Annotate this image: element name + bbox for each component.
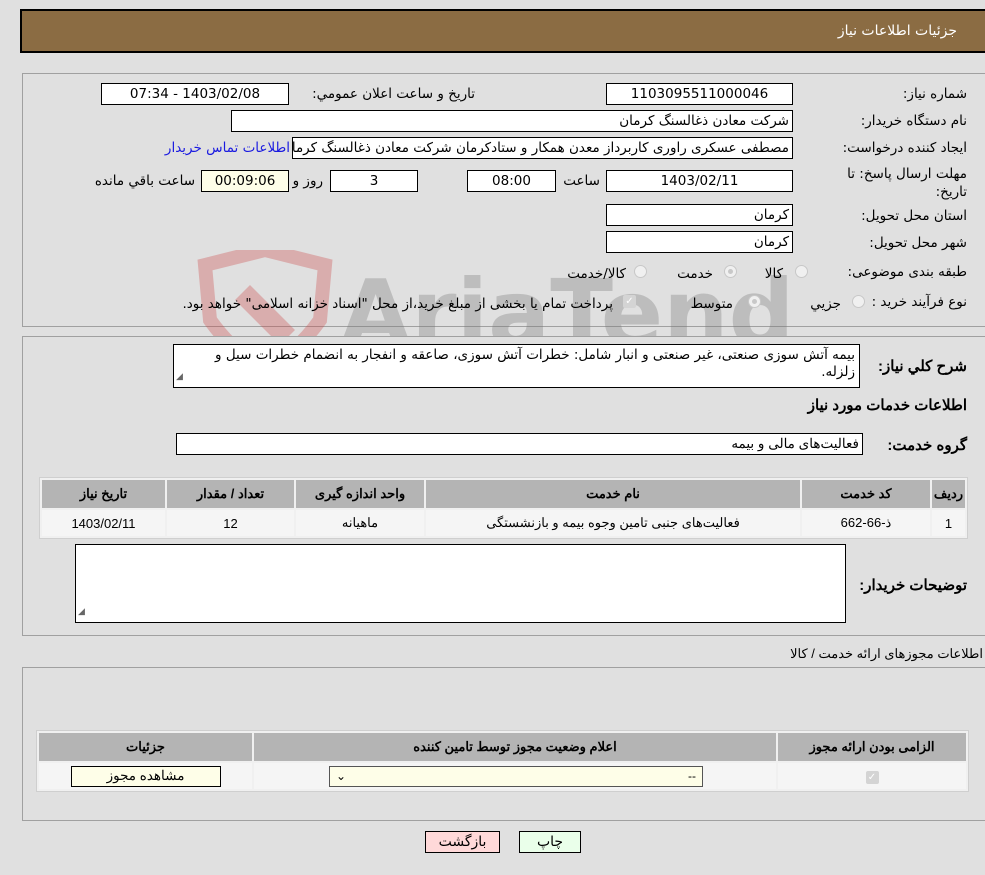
city-field[interactable]: کرمان	[606, 231, 793, 253]
deadline-time-label: ساعت	[563, 173, 600, 189]
cell-row-number: 1	[932, 510, 965, 536]
permits-section-title: اطلاعات مجوزهای ارائه خدمت / کالا	[790, 646, 983, 661]
permit-status-value: --	[688, 769, 696, 783]
buyer-contact-link[interactable]: اطلاعات تماس خریدار	[165, 140, 290, 156]
creator-label: ایجاد کننده درخواست:	[842, 140, 967, 156]
announce-datetime-field[interactable]: 1403/02/08 - 07:34	[101, 83, 289, 105]
category-option-goods-service: کالا/خدمت	[567, 266, 626, 282]
buyer-notes-label: توضیحات خریدار:	[859, 577, 967, 594]
page-header: جزئیات اطلاعات نیاز	[20, 9, 985, 53]
cell-quantity: 12	[167, 510, 294, 536]
service-group-label: گروه خدمت:	[887, 437, 967, 454]
col-service-name: نام خدمت	[426, 480, 800, 508]
resize-grip-icon[interactable]: ◢	[78, 604, 85, 621]
category-option-goods: کالا	[764, 266, 783, 282]
description-label: شرح کلي نیاز:	[878, 358, 967, 375]
days-field[interactable]: 3	[330, 170, 418, 192]
province-label: استان محل تحویل:	[861, 208, 967, 224]
col-quantity: تعداد / مقدار	[167, 480, 294, 508]
category-radio-goods[interactable]	[795, 265, 808, 278]
category-radio-goods-service[interactable]	[634, 265, 647, 278]
description-textarea[interactable]: بیمه آتش سوزی صنعتی، غیر صنعتی و انبار ش…	[173, 344, 860, 388]
permits-table-header: الزامی بودن ارائه مجوز اعلام وضعیت مجوز …	[39, 733, 966, 761]
need-number-field[interactable]: 1103095511000046	[606, 83, 793, 105]
process-label: نوع فرآیند خرید :	[871, 294, 967, 310]
buyer-notes-textarea[interactable]: ◢	[75, 544, 846, 623]
category-label: طبقه بندی موضوعی:	[847, 264, 967, 280]
city-label: شهر محل تحویل:	[869, 235, 967, 251]
buyer-org-field[interactable]: شرکت معادن ذغالسنگ کرمان	[231, 110, 793, 132]
cell-service-name: فعالیت‌های جنبی تامین وجوه بیمه و بازنشس…	[426, 510, 800, 536]
permit-required-checkbox[interactable]: ✓	[865, 771, 879, 784]
announce-label: تاریخ و ساعت اعلان عمومي:	[312, 86, 475, 102]
process-radio-medium[interactable]	[748, 295, 761, 308]
chevron-down-icon: ⌄	[336, 769, 347, 783]
description-text: بیمه آتش سوزی صنعتی، غیر صنعتی و انبار ش…	[215, 347, 855, 380]
need-number-label: شماره نیاز:	[902, 86, 967, 102]
category-option-service: خدمت	[677, 266, 713, 282]
col-service-code: کد خدمت	[802, 480, 930, 508]
cell-permit-required: ✓	[778, 763, 966, 789]
col-row-number: ردیف	[932, 480, 965, 508]
deadline-label: مهلت ارسال پاسخ: تا تاریخ:	[847, 166, 967, 200]
cell-unit: ماهیانه	[296, 510, 424, 536]
creator-field[interactable]: مصطفی عسکری راوری کاربرداز معدن همکار و …	[292, 137, 793, 159]
cell-need-date: 1403/02/11	[42, 510, 165, 536]
buyer-org-label: نام دستگاه خریدار:	[860, 113, 967, 129]
deadline-date-field[interactable]: 1403/02/11	[606, 170, 793, 192]
col-permit-status: اعلام وضعیت مجوز توسط تامین کننده	[254, 733, 776, 761]
cell-permit-status: -- ⌄	[254, 763, 776, 789]
process-radio-minor[interactable]	[852, 295, 865, 308]
services-table: ردیف کد خدمت نام خدمت واحد اندازه گیری ت…	[39, 477, 968, 539]
service-group-field[interactable]: فعالیت‌های مالی و بیمه	[176, 433, 863, 455]
view-permit-button[interactable]: مشاهده مجوز	[70, 765, 221, 787]
cell-permit-details: مشاهده مجوز	[39, 763, 252, 789]
treasury-note: پرداخت تمام یا بخشی از مبلغ خرید،از محل …	[182, 296, 613, 312]
page-title: جزئیات اطلاعات نیاز	[837, 23, 957, 39]
col-need-date: تاریخ نیاز	[42, 480, 165, 508]
remaining-time-field: 00:09:06	[201, 170, 289, 192]
days-label: روز و	[292, 173, 323, 189]
remaining-label: ساعت باقي مانده	[94, 173, 195, 189]
table-row: ✓ -- ⌄ مشاهده مجوز	[39, 763, 966, 789]
services-section-title: اطلاعات خدمات مورد نیاز	[807, 397, 967, 414]
province-field[interactable]: کرمان	[606, 204, 793, 226]
col-unit: واحد اندازه گیری	[296, 480, 424, 508]
resize-grip-icon[interactable]: ◢	[176, 369, 183, 386]
col-permit-details: جزئیات	[39, 733, 252, 761]
process-option-medium: متوسط	[690, 296, 733, 312]
col-permit-required: الزامی بودن ارائه مجوز	[778, 733, 966, 761]
back-button[interactable]: بازگشت	[425, 831, 500, 853]
print-button[interactable]: چاپ	[519, 831, 581, 853]
deadline-time-field[interactable]: 08:00	[467, 170, 556, 192]
services-table-header: ردیف کد خدمت نام خدمت واحد اندازه گیری ت…	[42, 480, 965, 508]
treasury-checkbox[interactable]: ✓	[623, 295, 636, 308]
cell-service-code: ذ-66-662	[802, 510, 930, 536]
permits-table: الزامی بودن ارائه مجوز اعلام وضعیت مجوز …	[36, 730, 969, 792]
process-option-minor: جزيي	[810, 296, 841, 312]
category-radio-service[interactable]	[724, 265, 737, 278]
permit-status-select[interactable]: -- ⌄	[329, 765, 703, 787]
table-row: 1 ذ-66-662 فعالیت‌های جنبی تامین وجوه بی…	[42, 510, 965, 536]
